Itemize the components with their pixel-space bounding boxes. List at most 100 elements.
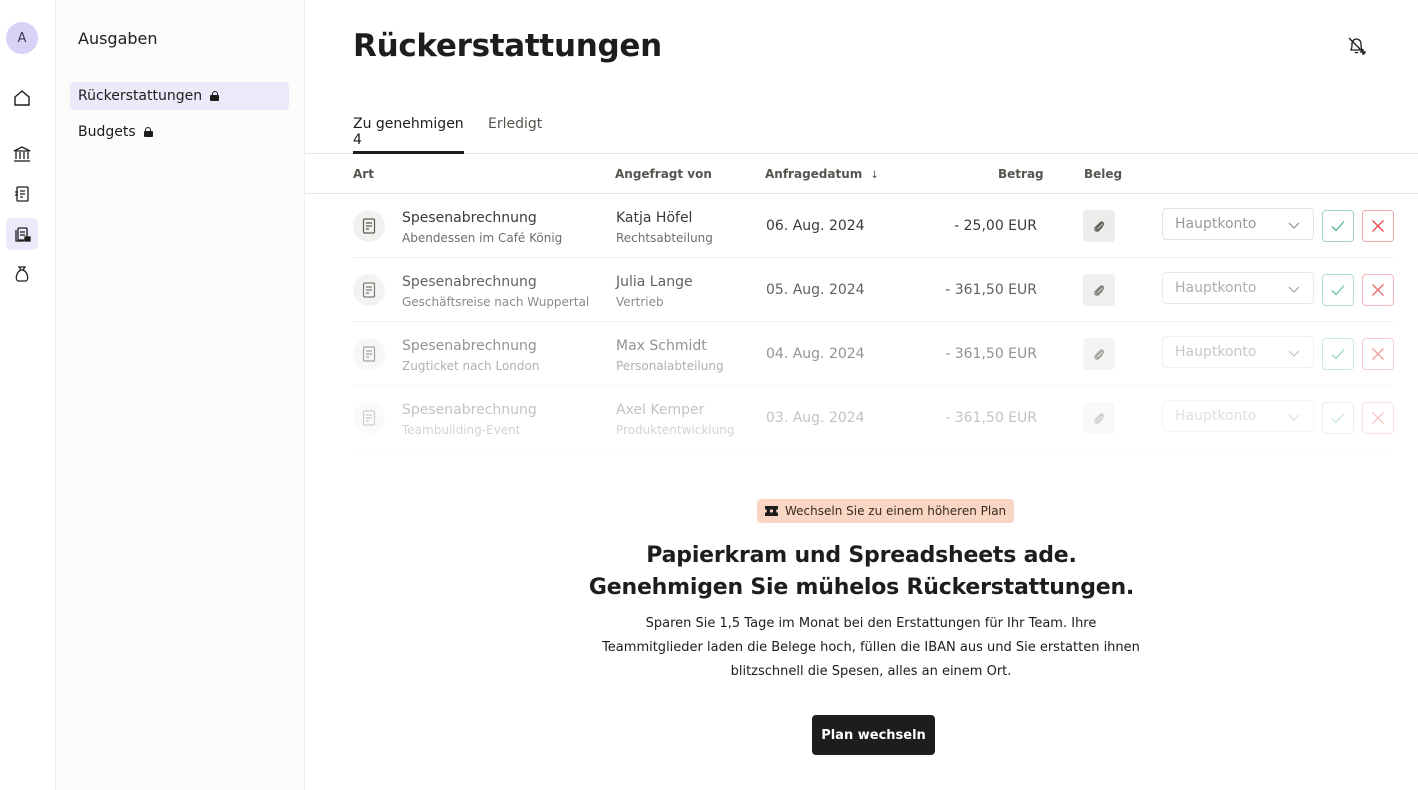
paperclip-icon xyxy=(1094,221,1105,232)
paperclip-icon xyxy=(1094,413,1105,424)
expense-description: Teambuilding-Event xyxy=(402,423,521,437)
upgrade-badge: Wechseln Sie zu einem höheren Plan xyxy=(757,499,1015,523)
tab-done[interactable]: Erledigt xyxy=(488,116,542,154)
request-date: 03. Aug. 2024 xyxy=(766,410,865,426)
expense-type-icon xyxy=(353,274,385,306)
document-icon xyxy=(362,282,376,298)
table-row[interactable]: Spesenabrechnung Geschäftsreise nach Wupp… xyxy=(353,258,1394,322)
column-header-type[interactable]: Art xyxy=(353,167,374,181)
account-select[interactable]: Hauptkonto xyxy=(1162,208,1314,240)
account-select[interactable]: Hauptkonto xyxy=(1162,400,1314,432)
check-icon xyxy=(1331,413,1345,424)
bank-icon xyxy=(13,146,31,162)
approve-button[interactable] xyxy=(1322,402,1354,434)
upsell-description: Sparen Sie 1,5 Tage im Monat bei den Ers… xyxy=(602,616,1140,679)
expense-amount: - 25,00 EUR xyxy=(954,218,1037,234)
lock-icon xyxy=(210,91,220,101)
expense-type: Spesenabrechnung xyxy=(402,210,537,226)
expense-description: Zugticket nach London xyxy=(402,359,540,373)
close-icon xyxy=(1372,220,1384,232)
reject-button[interactable] xyxy=(1362,402,1394,434)
expense-type-icon xyxy=(353,338,385,370)
document-icon xyxy=(362,346,376,362)
paperclip-icon xyxy=(1094,285,1105,296)
expense-amount: - 361,50 EUR xyxy=(945,282,1037,298)
rail-budgets-button[interactable] xyxy=(6,258,38,290)
expense-type-icon xyxy=(353,402,385,434)
tab-to-approve[interactable]: Zu genehmigen 4 xyxy=(353,116,464,154)
requester-department: Vertrieb xyxy=(616,295,664,309)
account-select-value: Hauptkonto xyxy=(1175,408,1257,424)
approve-button[interactable] xyxy=(1322,210,1354,242)
column-header-amount[interactable]: Betrag xyxy=(998,167,1044,181)
receipt-button[interactable] xyxy=(1083,274,1115,306)
account-select-value: Hauptkonto xyxy=(1175,344,1257,360)
chevron-down-icon xyxy=(1288,414,1300,421)
subnav-item-budgets[interactable]: Budgets xyxy=(70,118,289,146)
subnav-item-reimbursements[interactable]: Rückerstattungen xyxy=(70,82,289,110)
receipt-button[interactable] xyxy=(1083,210,1115,242)
table-header: Art Angefragt von Anfragedatum ↓ Betrag … xyxy=(305,154,1418,194)
chevron-down-icon xyxy=(1288,286,1300,293)
avatar[interactable]: A xyxy=(6,22,38,54)
requester-name: Max Schmidt xyxy=(616,338,707,354)
requester-name: Katja Höfel xyxy=(616,210,693,226)
rail-home-button[interactable] xyxy=(6,82,38,114)
receipt-button[interactable] xyxy=(1083,338,1115,370)
close-icon xyxy=(1372,284,1384,296)
requester-name: Axel Kemper xyxy=(616,402,705,418)
main-content: Rückerstattungen Zu genehmigen 4 Erledig… xyxy=(305,0,1418,790)
account-select[interactable]: Hauptkonto xyxy=(1162,336,1314,368)
table-row[interactable]: Spesenabrechnung Teambuilding-Event Axel K… xyxy=(353,386,1394,450)
column-header-date[interactable]: Anfragedatum ↓ xyxy=(765,167,879,181)
column-header-receipt[interactable]: Beleg xyxy=(1084,167,1122,181)
close-icon xyxy=(1372,412,1384,424)
icon-rail: A xyxy=(0,0,56,790)
account-select-value: Hauptkonto xyxy=(1175,280,1257,296)
expense-description: Abendessen im Café König xyxy=(402,231,563,245)
expense-amount: - 361,50 EUR xyxy=(945,346,1037,362)
expense-type-icon xyxy=(353,210,385,242)
requester-department: Rechtsabteilung xyxy=(616,231,713,245)
page-title: Rückerstattungen xyxy=(353,28,662,64)
rail-reimbursements-button[interactable] xyxy=(6,218,38,250)
reject-button[interactable] xyxy=(1362,338,1394,370)
subnav-title: Ausgaben xyxy=(78,29,158,48)
approve-button[interactable] xyxy=(1322,274,1354,306)
invoice-icon xyxy=(15,186,29,202)
approve-button[interactable] xyxy=(1322,338,1354,370)
requester-name: Julia Lange xyxy=(616,274,693,290)
expenses-subnav: Ausgaben Rückerstattungen Budgets xyxy=(56,0,305,790)
notification-settings-button[interactable] xyxy=(1345,34,1369,58)
expense-amount: - 361,50 EUR xyxy=(945,410,1037,426)
upgrade-badge-text: Wechseln Sie zu einem höheren Plan xyxy=(785,504,1007,518)
account-select[interactable]: Hauptkonto xyxy=(1162,272,1314,304)
table-row[interactable]: Spesenabrechnung Abendessen im Café König… xyxy=(353,194,1394,258)
close-icon xyxy=(1372,348,1384,360)
column-header-requester[interactable]: Angefragt von xyxy=(615,167,712,181)
request-date: 06. Aug. 2024 xyxy=(766,218,865,234)
column-header-date-label: Anfragedatum xyxy=(765,167,863,181)
table-row[interactable]: Spesenabrechnung Zugticket nach London Max… xyxy=(353,322,1394,386)
rail-invoices-button[interactable] xyxy=(6,178,38,210)
upsell-headline-1: Papierkram und Spreadsheets ade. xyxy=(646,543,1077,568)
bell-plus-icon xyxy=(1348,37,1366,55)
chevron-down-icon xyxy=(1288,222,1300,229)
document-icon xyxy=(362,410,376,426)
upsell-headline-2: Genehmigen Sie mühelos Rückerstattungen. xyxy=(588,575,1135,600)
reject-button[interactable] xyxy=(1362,210,1394,242)
account-select-value: Hauptkonto xyxy=(1175,216,1257,232)
expense-type: Spesenabrechnung xyxy=(402,402,537,418)
document-icon xyxy=(362,218,376,234)
rail-bank-button[interactable] xyxy=(6,138,38,170)
request-date: 05. Aug. 2024 xyxy=(766,282,865,298)
paperclip-icon xyxy=(1094,349,1105,360)
change-plan-button[interactable]: Plan wechseln xyxy=(812,715,935,755)
expense-type: Spesenabrechnung xyxy=(402,274,537,290)
reject-button[interactable] xyxy=(1362,274,1394,306)
sort-arrow-icon: ↓ xyxy=(870,170,879,181)
requester-department: Personalabteilung xyxy=(616,359,724,373)
receipt-button[interactable] xyxy=(1083,402,1115,434)
reimbursement-icon xyxy=(15,227,31,242)
requester-department: Produktentwicklung xyxy=(616,423,735,437)
